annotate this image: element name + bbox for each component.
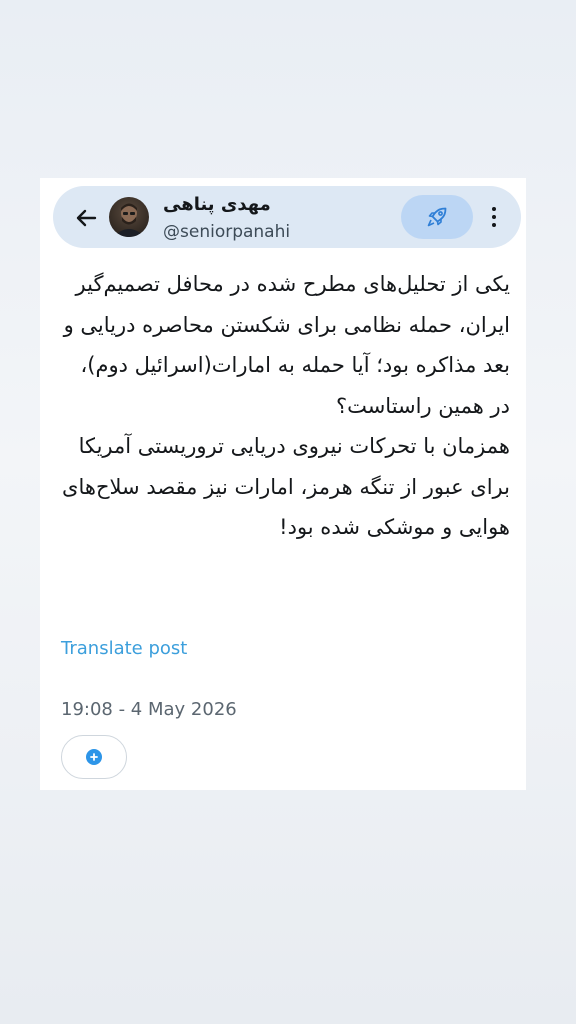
rocket-icon [427, 207, 447, 227]
add-reply-button[interactable] [61, 735, 127, 779]
boost-button[interactable] [401, 195, 473, 239]
post-paragraph: همزمان با تحرکات نیروی دریایی تروریستی آ… [62, 434, 510, 539]
more-options-button[interactable] [483, 202, 505, 232]
add-reply-icon [86, 749, 102, 765]
post-card: مهدی پناهی @seniorpanahi یکی از تحلیل‌ها… [40, 178, 526, 790]
translate-post-link[interactable]: Translate post [61, 638, 187, 659]
post-paragraph: یکی از تحلیل‌های مطرح شده در محافل تصمیم… [63, 272, 510, 418]
post-text: یکی از تحلیل‌های مطرح شده در محافل تصمیم… [62, 264, 510, 548]
back-button[interactable] [71, 203, 101, 233]
user-handle[interactable]: @seniorpanahi [163, 222, 290, 242]
more-vertical-icon [492, 207, 496, 211]
post-header: مهدی پناهی @seniorpanahi [53, 186, 521, 248]
post-timestamp[interactable]: 19:08 - 4 May 2026 [61, 699, 237, 720]
display-name[interactable]: مهدی پناهی [163, 194, 271, 215]
avatar[interactable] [109, 197, 149, 237]
arrow-left-icon [76, 209, 97, 227]
